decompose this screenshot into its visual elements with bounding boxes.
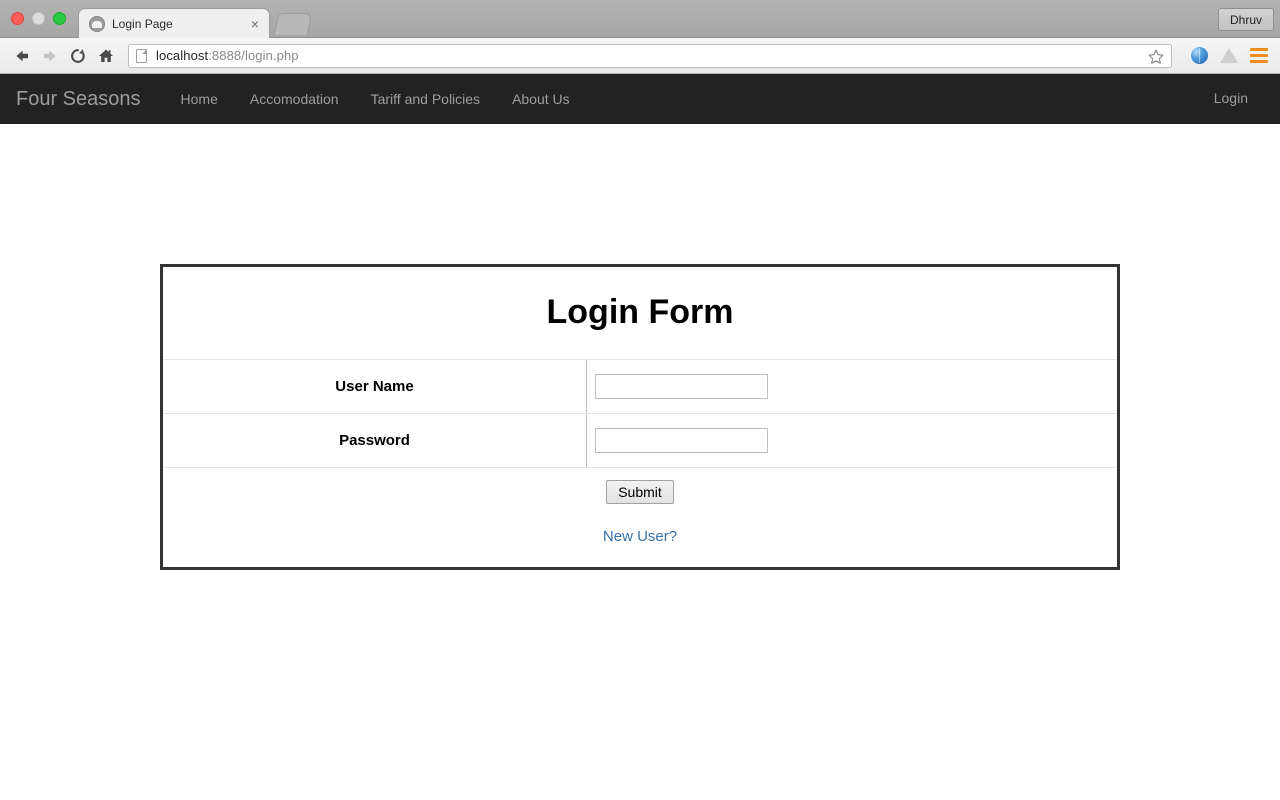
bookmark-star-icon[interactable]: [1147, 48, 1165, 66]
window-controls: [11, 12, 66, 25]
username-cell: [586, 359, 1119, 414]
site-brand[interactable]: Four Seasons: [16, 88, 141, 111]
password-label: Password: [161, 413, 587, 468]
site-favicon-icon: [89, 15, 105, 32]
table-row-password: Password: [161, 413, 1119, 468]
new-tab-button[interactable]: [273, 13, 313, 35]
table-row-actions: Submit New User?: [161, 467, 1119, 569]
password-input[interactable]: [595, 428, 768, 453]
page-document-icon: [136, 48, 147, 63]
url-path: :8888/login.php: [208, 48, 299, 63]
nav-links: Home Accomodation Tariff and Policies Ab…: [165, 91, 586, 107]
form-actions: Submit New User?: [161, 467, 1119, 569]
browser-window: Login Page × Dhruv localhost:8888/login.…: [0, 0, 1280, 800]
forward-button[interactable]: [36, 42, 64, 70]
nav-item-about-us[interactable]: About Us: [496, 91, 586, 107]
browser-tab[interactable]: Login Page ×: [78, 8, 270, 38]
google-drive-extension-icon[interactable]: [1216, 43, 1242, 69]
tab-title: Login Page: [112, 16, 173, 31]
nav-item-login[interactable]: Login: [1198, 90, 1264, 106]
reload-button[interactable]: [64, 42, 92, 70]
profile-button[interactable]: Dhruv: [1218, 8, 1274, 31]
new-user-link[interactable]: New User?: [163, 528, 1117, 545]
page-content: Four Seasons Home Accomodation Tariff an…: [0, 74, 1280, 799]
site-navbar: Four Seasons Home Accomodation Tariff an…: [0, 74, 1280, 124]
nav-item-accomodation[interactable]: Accomodation: [234, 91, 355, 107]
maximize-window-icon[interactable]: [53, 12, 66, 25]
globe-extension-icon[interactable]: [1186, 43, 1212, 69]
chrome-menu-icon[interactable]: [1246, 43, 1272, 69]
url-host: localhost: [156, 48, 209, 63]
close-window-icon[interactable]: [11, 12, 24, 25]
login-form-table: Login Form User Name Password Submit New…: [160, 264, 1120, 570]
login-form-title: Login Form: [161, 265, 1119, 360]
url-text: localhost:8888/login.php: [156, 48, 299, 63]
close-tab-icon[interactable]: ×: [249, 17, 261, 31]
address-bar[interactable]: localhost:8888/login.php: [128, 43, 1172, 68]
nav-right: Login: [1198, 90, 1280, 108]
nav-item-tariff[interactable]: Tariff and Policies: [355, 91, 496, 107]
login-form-container: Login Form User Name Password Submit New…: [0, 124, 1280, 570]
tab-strip: Login Page × Dhruv: [0, 0, 1280, 38]
home-button[interactable]: [92, 42, 120, 70]
username-input[interactable]: [595, 374, 768, 399]
browser-toolbar: localhost:8888/login.php: [0, 38, 1280, 74]
back-button[interactable]: [8, 42, 36, 70]
username-label: User Name: [161, 359, 587, 414]
submit-button[interactable]: Submit: [606, 480, 674, 504]
table-row-username: User Name: [161, 359, 1119, 414]
extension-icons: [1186, 43, 1272, 69]
nav-item-home[interactable]: Home: [165, 91, 234, 107]
password-cell: [586, 413, 1119, 468]
table-row-title: Login Form: [161, 265, 1119, 360]
minimize-window-icon[interactable]: [32, 12, 45, 25]
